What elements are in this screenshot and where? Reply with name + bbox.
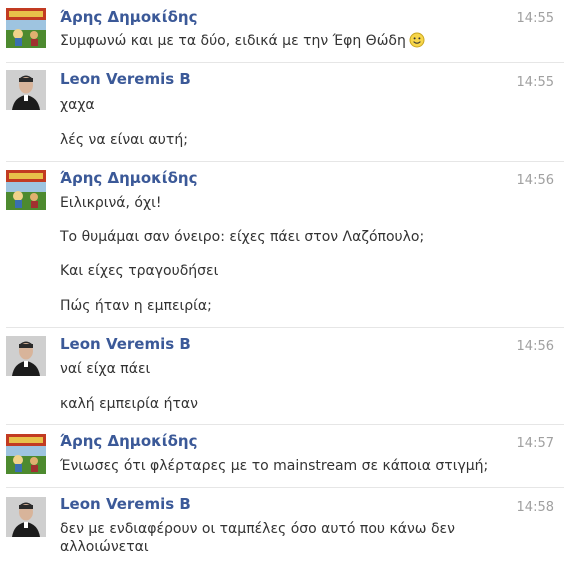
aris-avatar-image (6, 434, 46, 474)
aris-avatar-image (6, 170, 46, 210)
leon-avatar-image (6, 336, 46, 376)
leon-avatar-image (6, 497, 46, 537)
message-text: καλή εμπειρία ήταν (60, 396, 198, 412)
divider (6, 424, 564, 425)
message-text: Ειλικρινά, όχι! (60, 195, 162, 211)
leon-avatar[interactable] (6, 70, 46, 110)
author-name[interactable]: Leon Veremis B (60, 495, 191, 513)
author-name[interactable]: Leon Veremis B (60, 335, 191, 353)
message-text: δεν με ενδιαφέρουν οι ταμπέλες όσο αυτό … (60, 521, 455, 555)
timestamp: 14:56 (516, 339, 554, 354)
divider (6, 327, 564, 328)
message-text: Ένιωσες ότι φλέρταρες με το mainstream σ… (60, 458, 489, 474)
aris-avatar[interactable] (6, 434, 46, 474)
aris-avatar[interactable] (6, 170, 46, 210)
message-text: Και είχες τραγουδήσει (60, 263, 219, 279)
message-text: λές να είναι αυτή; (60, 132, 188, 148)
divider (6, 161, 564, 162)
timestamp: 14:57 (516, 436, 554, 451)
divider (6, 62, 564, 63)
message-text: χαχα (60, 97, 95, 113)
timestamp: 14:55 (516, 75, 554, 90)
message-text: Πώς ήταν η εμπειρία; (60, 298, 212, 314)
message-text: Συμφωνώ και με τα δύο, ειδικά με την Έφη… (60, 32, 520, 53)
leon-avatar-image (6, 70, 46, 110)
message-line: Συμφωνώ και με τα δύο, ειδικά με την Έφη… (60, 33, 406, 49)
aris-avatar[interactable] (6, 8, 46, 48)
chat-transcript: Άρης Δημοκίδης 14:55 Συμφωνώ και με τα δ… (0, 0, 564, 563)
timestamp: 14:58 (516, 500, 554, 515)
aris-avatar-image (6, 8, 46, 48)
timestamp: 14:56 (516, 173, 554, 188)
author-name[interactable]: Άρης Δημοκίδης (60, 8, 198, 26)
message-text: Το θυμάμαι σαν όνειρο: είχες πάει στον Λ… (60, 229, 425, 245)
leon-avatar[interactable] (6, 497, 46, 537)
author-name[interactable]: Άρης Δημοκίδης (60, 432, 198, 450)
author-name[interactable]: Άρης Δημοκίδης (60, 169, 198, 187)
author-name[interactable]: Leon Veremis B (60, 70, 191, 88)
message-text: ναί είχα πάει (60, 361, 151, 377)
smiley-face-icon (409, 32, 425, 53)
leon-avatar[interactable] (6, 336, 46, 376)
divider (6, 487, 564, 488)
timestamp: 14:55 (516, 11, 554, 26)
